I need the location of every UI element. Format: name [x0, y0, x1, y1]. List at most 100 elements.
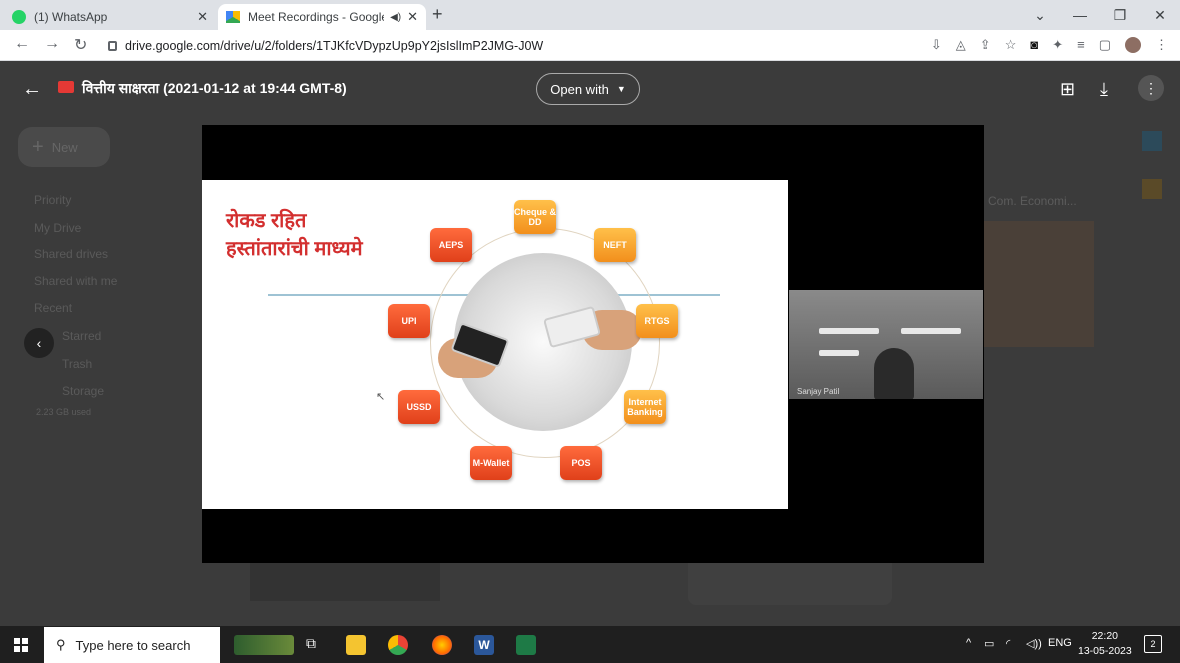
participant-camera-tile: Sanjay Patil: [789, 290, 983, 399]
sidebar-item-priority: Priority: [34, 193, 72, 207]
close-tab-icon[interactable]: ✕: [197, 9, 208, 25]
close-tab-icon[interactable]: ✕: [407, 9, 418, 25]
notification-count: 2: [1150, 639, 1156, 649]
wifi-icon[interactable]: ◜: [1006, 637, 1010, 650]
menu-dots-icon[interactable]: ⋮: [1155, 37, 1168, 53]
add-shortcut-icon[interactable]: ⊞: [1060, 79, 1075, 100]
task-view-icon[interactable]: ⧉: [306, 635, 316, 652]
node-cheque-dd: Cheque & DD: [514, 200, 556, 234]
node-aeps: AEPS: [430, 228, 472, 262]
side-panel-icon[interactable]: ▢: [1099, 37, 1111, 53]
clock-time: 22:20: [1091, 630, 1118, 642]
close-window-icon[interactable]: ✕: [1140, 0, 1180, 30]
participant-name: Sanjay Patil: [797, 387, 840, 396]
share-icon[interactable]: ⇪: [980, 37, 991, 53]
more-options-button[interactable]: ⋮: [1138, 75, 1164, 101]
back-arrow-icon[interactable]: ←: [22, 78, 42, 101]
open-with-label: Open with: [550, 81, 609, 97]
app-icon[interactable]: [516, 635, 536, 655]
clock-date: 13-05-2023: [1078, 645, 1132, 657]
reading-list-icon[interactable]: ≡: [1077, 37, 1085, 53]
node-pos: POS: [560, 446, 602, 480]
notification-center-icon[interactable]: 2: [1144, 635, 1162, 653]
drive-file-card: [250, 561, 440, 601]
new-button: + New: [18, 127, 110, 167]
tab-title: Meet Recordings - Google D: [248, 10, 384, 24]
file-title: वित्तीय साक्षरता (2021-01-12 at 19:44 GM…: [82, 80, 347, 96]
reload-icon[interactable]: ↻: [74, 35, 87, 55]
previous-file-button[interactable]: ‹: [24, 328, 54, 358]
firefox-icon[interactable]: [432, 635, 452, 655]
file-explorer-icon[interactable]: [346, 635, 366, 655]
node-ussd: USSD: [398, 390, 440, 424]
extensions-puzzle-icon[interactable]: ✦: [1052, 37, 1063, 53]
sidebar-item-shared-drives: Shared drives: [34, 247, 109, 261]
tab-search-icon[interactable]: ⌄: [1020, 0, 1060, 30]
ceiling-light: [901, 328, 961, 334]
windows-start-icon[interactable]: [14, 638, 28, 652]
node-m-wallet: M-Wallet: [470, 446, 512, 480]
sidebar-item-shared-with-me: Shared with me: [34, 274, 118, 288]
node-internet-banking: Internet Banking: [624, 390, 666, 424]
tab-title: (1) WhatsApp: [34, 10, 108, 24]
url-text: drive.google.com/drive/u/2/folders/1TJKf…: [125, 38, 544, 53]
caret-down-icon: ▼: [616, 84, 626, 94]
profile-avatar[interactable]: [1125, 37, 1141, 53]
drive-file-thumbnail: [984, 221, 1094, 347]
keep-icon: [1142, 179, 1162, 199]
sidebar-item-storage: Storage: [62, 384, 105, 398]
ceiling-light: [819, 328, 879, 334]
calendar-icon: [1142, 131, 1162, 151]
viewer-header: ← वित्तीय साक्षरता (2021-01-12 at 19:44 …: [0, 61, 1180, 117]
install-icon[interactable]: ⇩: [931, 37, 942, 53]
tab-google-drive[interactable]: Meet Recordings - Google D ◀) ✕: [218, 4, 426, 30]
forward-arrow-icon[interactable]: →: [44, 35, 60, 53]
sidebar-item-recent: Recent: [34, 301, 73, 315]
search-placeholder: Type here to search: [75, 637, 191, 653]
mouse-cursor-icon: ↖: [376, 391, 386, 403]
chrome-icon[interactable]: [388, 635, 408, 655]
lock-icon: [108, 40, 117, 51]
new-tab-button[interactable]: +: [432, 4, 443, 25]
camera-extension-icon[interactable]: ◙: [1030, 37, 1038, 53]
search-icon: ⚲: [56, 637, 66, 652]
url-field[interactable]: drive.google.com/drive/u/2/folders/1TJKf…: [108, 34, 888, 57]
sidebar-item-trash: Trash: [62, 357, 93, 371]
google-drive-icon: [226, 11, 240, 23]
language-indicator[interactable]: ENG: [1048, 637, 1072, 649]
restore-icon[interactable]: ❐: [1100, 0, 1140, 30]
back-arrow-icon[interactable]: ←: [14, 35, 30, 53]
slide-title-line2: हस्तांतारांची माध्यमे: [226, 238, 363, 260]
word-icon[interactable]: W: [474, 635, 494, 655]
presentation-slide: रोकड रहित हस्तांतारांची माध्यमे Cheque &…: [202, 180, 788, 509]
audio-icon[interactable]: ◀): [390, 12, 401, 23]
clock[interactable]: 22:20 13-05-2023: [1078, 629, 1132, 659]
windows-taskbar: ⚲ Type here to search ⧉ W ^ ▭ ◜ ◁)) ENG …: [0, 626, 1180, 663]
search-highlight-icon[interactable]: [234, 635, 294, 655]
browser-tab-strip: (1) WhatsApp ✕ Meet Recordings - Google …: [0, 0, 1180, 30]
network-icon[interactable]: ▭: [984, 637, 994, 650]
show-hidden-icons[interactable]: ^: [966, 637, 971, 649]
extension-icons: ⇩ ◬ ⇪ ☆ ◙ ✦ ≡ ▢ ⋮: [931, 37, 1168, 53]
taskbar-search-box[interactable]: ⚲ Type here to search: [44, 627, 220, 663]
node-rtgs: RTGS: [636, 304, 678, 338]
volume-icon[interactable]: ◁)): [1026, 637, 1042, 650]
minimize-icon[interactable]: —: [1060, 0, 1100, 30]
address-bar: ← → ↻ drive.google.com/drive/u/2/folders…: [0, 30, 1180, 61]
tab-whatsapp[interactable]: (1) WhatsApp ✕: [4, 4, 216, 30]
ceiling-light: [819, 350, 859, 356]
drive-offline-icon[interactable]: ◬: [956, 37, 966, 53]
slide-title-line1: रोकड रहित: [226, 210, 307, 232]
open-with-button[interactable]: Open with ▼: [536, 73, 640, 105]
bookmark-star-icon[interactable]: ☆: [1005, 37, 1017, 53]
whatsapp-icon: [12, 10, 26, 24]
drive-file-label: Com. Economi...: [988, 194, 1077, 208]
sidebar-item-starred: Starred: [62, 329, 102, 343]
participant-figure: [874, 348, 914, 399]
node-neft: NEFT: [594, 228, 636, 262]
sidebar-item-my-drive: My Drive: [34, 221, 82, 235]
download-icon[interactable]: ⤓: [1100, 79, 1108, 100]
video-file-icon: [58, 81, 74, 93]
node-upi: UPI: [388, 304, 430, 338]
storage-used: 2.23 GB used: [36, 407, 92, 417]
